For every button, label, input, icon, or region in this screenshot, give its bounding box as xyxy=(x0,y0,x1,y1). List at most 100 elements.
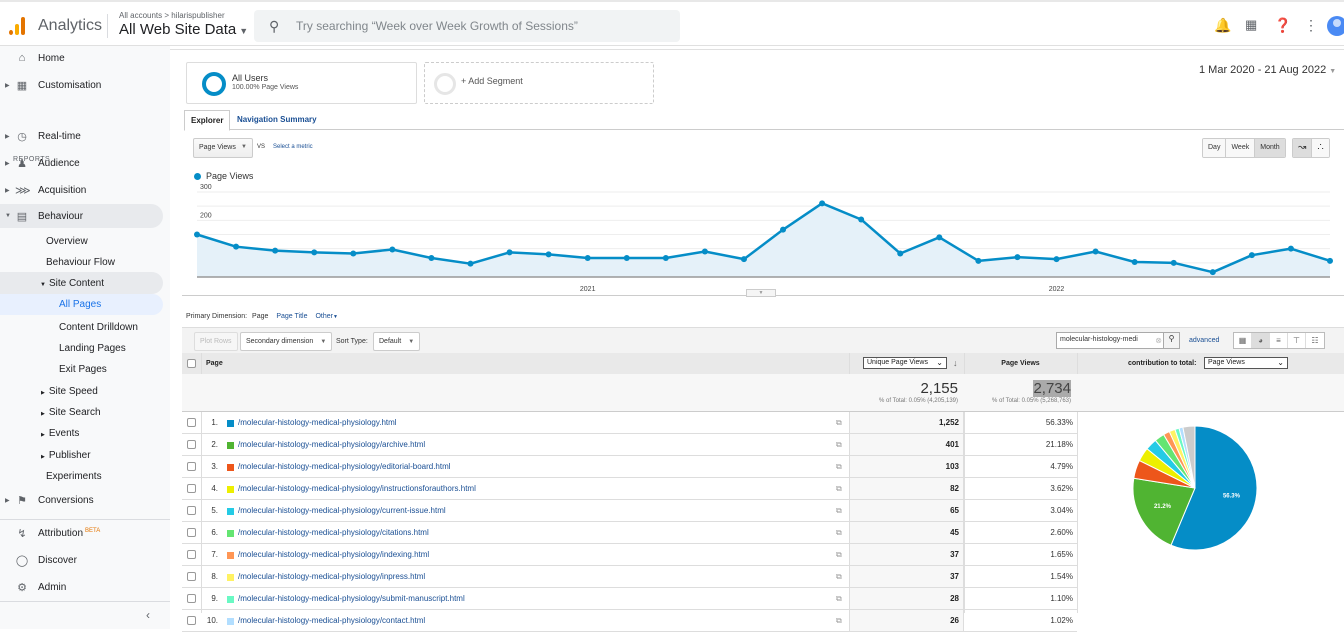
color-swatch xyxy=(227,420,234,427)
date-range-selector[interactable]: 1 Mar 2020 - 21 Aug 2022 ▼ xyxy=(1199,64,1336,76)
data-point xyxy=(623,255,630,262)
page-link[interactable]: /molecular-histology-medical-physiology/… xyxy=(238,484,476,493)
sidebar-item-site-content[interactable]: ▼ Site Content xyxy=(0,272,163,294)
open-external-icon[interactable]: ⧉ xyxy=(836,528,842,538)
page-link[interactable]: /molecular-histology-medical-physiology/… xyxy=(238,572,425,581)
advanced-filter-link[interactable]: advanced xyxy=(1189,337,1219,344)
color-swatch xyxy=(227,618,234,625)
pie-slice-label: 56.3% xyxy=(1223,493,1241,499)
row-checkbox[interactable] xyxy=(187,484,196,493)
open-external-icon[interactable]: ⧉ xyxy=(836,462,842,472)
primary-dimension-bar: Primary Dimension: Page Page Title Other… xyxy=(186,313,338,320)
analytics-logo-icon[interactable] xyxy=(9,17,27,35)
page-link[interactable]: /molecular-histology-medical-physiology.… xyxy=(238,418,397,427)
more-vert-icon[interactable]: ⋮ xyxy=(1304,17,1318,34)
divider xyxy=(0,601,170,602)
data-point xyxy=(428,255,435,262)
search-input[interactable]: ⚲ Try searching “Week over Week Growth o… xyxy=(254,10,680,42)
open-external-icon[interactable]: ⧉ xyxy=(836,572,842,582)
caret-right-icon: ▶ xyxy=(41,389,45,396)
page-link[interactable]: /molecular-histology-medical-physiology/… xyxy=(238,594,465,603)
table-view-icon[interactable]: ▦ xyxy=(1234,333,1252,348)
account-breadcrumb[interactable]: All accounts > hilarispublisher xyxy=(119,11,225,20)
contribution-dropdown[interactable]: Page Views ⌄ xyxy=(1204,357,1288,369)
page-link[interactable]: /molecular-histology-medical-physiology/… xyxy=(238,616,425,625)
row-checkbox[interactable] xyxy=(187,594,196,603)
account-avatar[interactable] xyxy=(1327,16,1344,36)
comparison-view-icon[interactable]: ⊤ xyxy=(1288,333,1306,348)
clear-icon[interactable]: ⊗ xyxy=(1155,336,1162,345)
row-checkbox[interactable] xyxy=(187,572,196,581)
table-filter-input[interactable]: molecular-histology-medi ⊗ ⚲ xyxy=(1056,332,1180,349)
search-icon[interactable]: ⚲ xyxy=(1163,333,1179,348)
collapse-sidebar-icon[interactable]: ‹ xyxy=(146,608,150,622)
open-external-icon[interactable]: ⧉ xyxy=(836,440,842,450)
person-icon: ♟ xyxy=(17,157,27,170)
select-metric-link[interactable]: Select a metric xyxy=(273,144,313,150)
apps-grid-icon[interactable]: ▦ xyxy=(1245,17,1257,33)
sort-desc-icon[interactable]: ↓ xyxy=(953,353,958,374)
sidebar-item-all-pages[interactable]: All Pages xyxy=(0,294,163,315)
clock-icon: ◷ xyxy=(17,130,27,143)
performance-view-icon[interactable]: ≡ xyxy=(1270,333,1288,348)
page-link[interactable]: /molecular-histology-medical-physiology/… xyxy=(238,550,429,559)
segment-all-users[interactable]: All Users 100.00% Page Views xyxy=(186,62,417,104)
month-button[interactable]: Month xyxy=(1255,139,1285,157)
row-checkbox[interactable] xyxy=(187,506,196,515)
page-link[interactable]: /molecular-histology-medical-physiology/… xyxy=(238,506,446,515)
dashboard-icon: ▦ xyxy=(16,79,28,92)
bell-icon[interactable]: 🔔 xyxy=(1214,17,1231,34)
tab-navigation-summary[interactable]: Navigation Summary xyxy=(231,110,323,131)
open-external-icon[interactable]: ⧉ xyxy=(836,418,842,428)
open-external-icon[interactable]: ⧉ xyxy=(836,550,842,560)
column-header-page[interactable]: Page xyxy=(206,353,223,374)
chevron-down-icon: ▼ xyxy=(320,339,327,345)
data-point xyxy=(350,250,357,257)
open-external-icon[interactable]: ⧉ xyxy=(836,484,842,494)
page-header xyxy=(170,46,1344,50)
add-segment-button[interactable]: + Add Segment xyxy=(424,62,654,104)
unique-page-views-value: 45 xyxy=(849,522,964,543)
caret-down-icon: ▼ xyxy=(332,314,338,320)
data-point xyxy=(467,260,474,267)
table-row: 6. /molecular-histology-medical-physiolog… xyxy=(182,522,1077,544)
line-chart-icon[interactable]: ↝ xyxy=(1293,139,1313,157)
gear-icon: ⚙ xyxy=(17,581,27,594)
week-button[interactable]: Week xyxy=(1226,139,1256,157)
tab-explorer[interactable]: Explorer xyxy=(184,110,231,131)
open-external-icon[interactable]: ⧉ xyxy=(836,594,842,604)
pie-slice-label: 21.2% xyxy=(1154,504,1172,510)
row-checkbox[interactable] xyxy=(187,440,196,449)
motion-chart-icon[interactable]: ∴ xyxy=(1312,139,1329,157)
pivot-view-icon[interactable]: ☷ xyxy=(1306,333,1324,348)
pie-view-icon[interactable]: ◕ xyxy=(1252,333,1270,348)
row-checkbox[interactable] xyxy=(187,616,196,625)
open-external-icon[interactable]: ⧉ xyxy=(836,616,842,626)
page-link[interactable]: /molecular-histology-medical-physiology/… xyxy=(238,462,451,471)
row-checkbox[interactable] xyxy=(187,528,196,537)
dimension-page-title[interactable]: Page Title xyxy=(276,313,307,320)
dimension-page[interactable]: Page xyxy=(252,313,268,320)
color-swatch xyxy=(227,508,234,515)
row-checkbox[interactable] xyxy=(187,418,196,427)
plot-rows-button[interactable]: Plot Rows xyxy=(194,332,238,351)
metric-dropdown[interactable]: Page Views ▼ xyxy=(193,138,253,158)
sidebar-item-behaviour[interactable]: ▼ ▤ Behaviour xyxy=(0,204,163,228)
day-button[interactable]: Day xyxy=(1203,139,1227,157)
secondary-dimension-dropdown[interactable]: Secondary dimension ▼ xyxy=(240,332,333,351)
metric1-header-dropdown[interactable]: Unique Page Views ⌄ xyxy=(863,357,947,369)
row-checkbox[interactable] xyxy=(187,462,196,471)
page-link[interactable]: /molecular-histology-medical-physiology/… xyxy=(238,528,429,537)
dimension-other[interactable]: Other▼ xyxy=(315,313,337,320)
unique-page-views-value: 37 xyxy=(849,566,964,587)
column-header-page-views[interactable]: Page Views xyxy=(964,353,1077,374)
help-icon[interactable]: ❓ xyxy=(1274,17,1291,34)
contribution-percent: 1.65% xyxy=(1050,550,1073,559)
select-all-checkbox[interactable] xyxy=(187,359,196,368)
sort-type-dropdown[interactable]: Default ▼ xyxy=(373,332,421,351)
chart-resize-handle[interactable]: ▼ xyxy=(746,289,776,297)
property-selector[interactable]: All Web Site Data ▼ xyxy=(119,21,248,38)
open-external-icon[interactable]: ⧉ xyxy=(836,506,842,516)
page-link[interactable]: /molecular-histology-medical-physiology/… xyxy=(238,440,425,449)
row-checkbox[interactable] xyxy=(187,550,196,559)
